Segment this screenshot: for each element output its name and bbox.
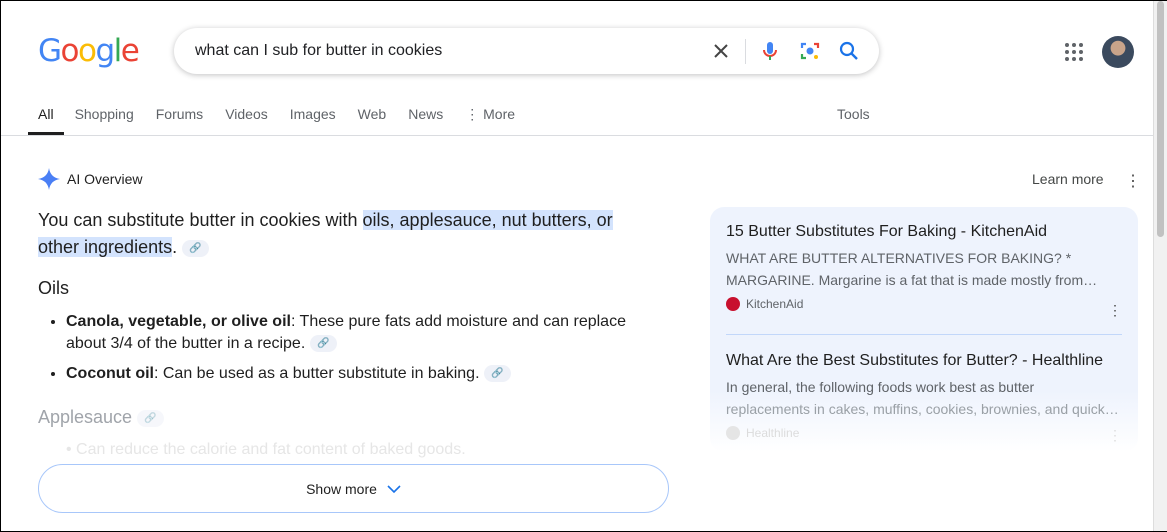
search-input[interactable]: what can I sub for butter in cookies: [195, 42, 442, 60]
oils-list: Canola, vegetable, or olive oil: These p…: [38, 311, 648, 393]
scrollbar-thumb[interactable]: [1157, 1, 1164, 237]
tab-videos[interactable]: Videos: [214, 101, 279, 135]
learn-more-link[interactable]: Learn more: [1032, 171, 1104, 187]
tab-web[interactable]: Web: [347, 101, 398, 135]
kitchenaid-favicon: [726, 297, 740, 311]
tools-button[interactable]: Tools: [837, 106, 870, 122]
tab-more[interactable]: ⋮ More: [454, 101, 526, 135]
tab-images[interactable]: Images: [279, 101, 347, 135]
section-heading-oils: Oils: [38, 278, 69, 298]
divider: [745, 39, 746, 64]
tab-news[interactable]: News: [397, 101, 454, 135]
avatar[interactable]: [1102, 36, 1134, 68]
link-icon[interactable]: 🔗: [483, 365, 511, 383]
header-divider: [1, 135, 1153, 136]
google-logo[interactable]: Google: [38, 33, 140, 69]
section-heading-applesauce: Applesauce 🔗: [38, 407, 165, 428]
apps-grid-icon[interactable]: [1064, 42, 1084, 62]
microphone-icon[interactable]: [758, 39, 782, 63]
search-box[interactable]: what can I sub for butter in cookies: [174, 28, 879, 74]
sources-panel: 15 Butter Substitutes For Baking - Kitch…: [710, 207, 1138, 452]
source-card[interactable]: 15 Butter Substitutes For Baking - Kitch…: [726, 223, 1122, 319]
more-options-icon[interactable]: ⋮: [1108, 302, 1122, 319]
tab-forums[interactable]: Forums: [145, 101, 214, 135]
chevron-down-icon: [387, 484, 401, 493]
more-options-icon[interactable]: ⋮: [1108, 427, 1122, 444]
ai-summary: You can substitute butter in cookies wit…: [38, 210, 613, 257]
list-item: Canola, vegetable, or olive oil: These p…: [66, 311, 648, 355]
more-options-icon[interactable]: ⋮: [1125, 171, 1141, 191]
healthline-favicon: [726, 426, 740, 440]
tab-shopping[interactable]: Shopping: [64, 101, 145, 135]
more-vert-icon: ⋮: [465, 106, 484, 122]
lens-icon[interactable]: [798, 39, 822, 63]
source-card[interactable]: What Are the Best Substitutes for Butter…: [726, 352, 1122, 444]
divider: [726, 334, 1122, 335]
faded-list-item: • Can reduce the calorie and fat content…: [66, 441, 466, 458]
tab-all[interactable]: All: [28, 101, 64, 135]
link-icon[interactable]: 🔗: [182, 239, 210, 257]
search-tabs: All Shopping Forums Videos Images Web Ne…: [28, 101, 526, 135]
search-icon[interactable]: [837, 39, 861, 63]
clear-icon[interactable]: [709, 39, 733, 63]
ai-overview-header: AI Overview: [38, 168, 142, 190]
link-icon[interactable]: 🔗: [137, 409, 165, 427]
list-item: Coconut oil: Can be used as a butter sub…: [66, 363, 648, 385]
ai-overview-title: AI Overview: [67, 171, 143, 187]
gemini-sparkle-icon: [38, 168, 60, 190]
link-icon[interactable]: 🔗: [309, 335, 337, 353]
show-more-button[interactable]: Show more: [38, 464, 669, 513]
